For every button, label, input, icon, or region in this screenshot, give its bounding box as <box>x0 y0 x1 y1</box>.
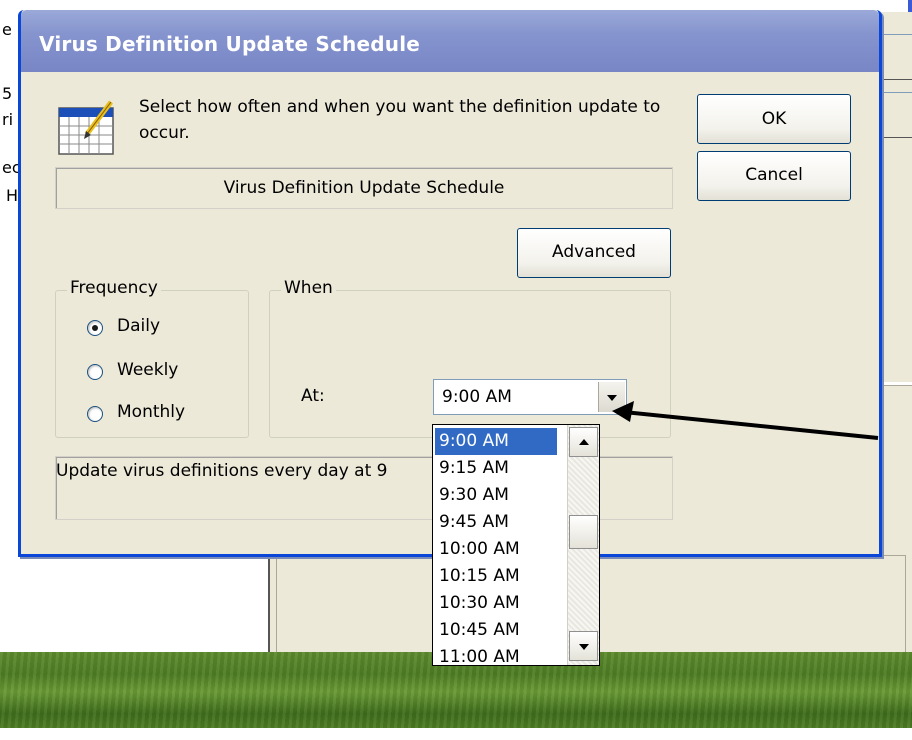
daily-radio-button[interactable] <box>87 320 103 336</box>
background-text: H <box>6 186 19 205</box>
time-dropdown-list[interactable]: 9:00 AM 9:15 AM 9:30 AM 9:45 AM 10:00 AM… <box>432 424 600 666</box>
monthly-radio-button[interactable] <box>87 406 103 422</box>
time-option[interactable]: 9:15 AM <box>439 455 509 482</box>
scroll-up-button[interactable] <box>569 427 598 457</box>
when-group-label: When <box>281 278 336 298</box>
advanced-button[interactable]: Advanced <box>517 228 671 278</box>
background-button[interactable] <box>880 34 912 80</box>
time-option[interactable]: 10:45 AM <box>439 617 520 644</box>
ok-button[interactable]: OK <box>697 94 851 144</box>
schedule-summary-box: Virus Definition Update Schedule <box>55 167 673 209</box>
background-text: e <box>2 20 12 39</box>
background-divider <box>268 555 270 655</box>
at-label: At: <box>301 386 325 406</box>
time-select[interactable]: 9:00 AM <box>433 379 627 415</box>
description-text: Update virus definitions every day at 9 <box>56 461 388 481</box>
arrow-down-icon <box>579 644 589 650</box>
time-option[interactable]: 9:00 AM <box>435 428 557 455</box>
time-option[interactable]: 10:30 AM <box>439 590 520 617</box>
time-option[interactable]: 10:00 AM <box>439 536 520 563</box>
dropdown-scrollbar[interactable] <box>567 425 599 665</box>
weekly-radio-label: Weekly <box>117 360 179 380</box>
daily-radio-option[interactable]: Daily <box>87 316 237 342</box>
background-text: 5 <box>2 84 13 103</box>
title-bar[interactable]: Virus Definition Update Schedule <box>21 10 879 72</box>
background-text: ri <box>2 110 14 129</box>
scroll-thumb[interactable] <box>569 515 598 549</box>
time-select-value: 9:00 AM <box>442 387 512 407</box>
time-option[interactable]: 9:30 AM <box>439 482 509 509</box>
frequency-group-label: Frequency <box>67 278 161 298</box>
schedule-summary-text: Virus Definition Update Schedule <box>223 178 505 198</box>
weekly-radio-button[interactable] <box>87 364 103 380</box>
daily-radio-label: Daily <box>117 316 161 336</box>
instruction-text: Select how often and when you want the d… <box>139 97 661 143</box>
monthly-radio-option[interactable]: Monthly <box>87 402 237 428</box>
arrow-up-icon <box>579 439 589 445</box>
background-button[interactable] <box>880 92 912 138</box>
dialog-title: Virus Definition Update Schedule <box>39 32 421 56</box>
monthly-radio-label: Monthly <box>117 402 186 422</box>
time-option[interactable]: 9:45 AM <box>439 509 509 536</box>
annotation-arrow <box>612 401 879 440</box>
time-option[interactable]: 10:15 AM <box>439 563 520 590</box>
cancel-button[interactable]: Cancel <box>697 151 851 201</box>
bottom-margin <box>0 728 912 740</box>
weekly-radio-option[interactable]: Weekly <box>87 360 237 386</box>
calendar-icon <box>57 96 117 156</box>
scroll-down-button[interactable] <box>569 631 598 661</box>
time-option[interactable]: 11:00 AM <box>439 644 520 665</box>
